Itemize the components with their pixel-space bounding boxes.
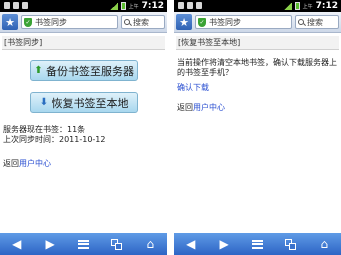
restore-button-label: 恢复书签至本地 [51,96,129,110]
am-pm-label: 上午 [128,3,139,10]
search-icon [124,18,131,26]
page-title: [恢复书签至本地] [176,36,339,50]
forward-arrow-icon[interactable]: ▶ [217,237,231,251]
page-content: [恢复书签至本地] 当前操作将清空本地书签，确认下载服务器上的书签至手机？ 确认… [174,36,341,236]
shield-icon: ✓ [24,17,32,27]
return-prefix: 返回 [177,103,193,112]
page-title: [书签同步] [2,36,165,50]
down-arrow-icon: ⬇ [39,97,49,108]
search-icon [298,18,305,26]
url-bar[interactable]: ✓ 书签同步 [195,15,292,29]
battery-icon [294,2,300,10]
right-screen: 上午 7:12 ★ ✓ 书签同步 搜索 [恢复书签至本地] 当前操作将清空本地书… [174,0,341,255]
browser-toolbar: ★ ✓ 书签同步 搜索 [174,12,341,33]
menu-icon[interactable] [250,237,264,251]
user-center-link[interactable]: 用户中心 [193,103,225,112]
tabs-icon[interactable] [284,237,298,251]
tabs-icon[interactable] [110,237,124,251]
signal-icon [109,2,118,10]
menu-icon[interactable] [76,237,90,251]
last-sync-time: 上次同步时间：2011-10-12 [3,135,106,144]
am-pm-label: 上午 [302,3,313,10]
search-placeholder: 搜索 [133,17,149,27]
search-placeholder: 搜索 [307,17,323,27]
search-input[interactable]: 搜索 [295,15,339,29]
back-arrow-icon[interactable]: ◀ [184,237,198,251]
restore-bookmarks-button[interactable]: ⬇ 恢复书签至本地 [30,92,138,113]
status-bar: 上午 7:12 [174,0,341,12]
signal-icon [283,2,292,10]
home-icon[interactable]: ⌂ [317,237,331,251]
left-screen: 上午 7:12 ★ ✓ 书签同步 搜索 [书签同步] ⬆ 备份书签至服务器 ⬇ … [0,0,167,255]
url-text: 书签同步 [209,17,241,27]
confirm-message: 当前操作将清空本地书签，确认下载服务器上的书签至手机？ [177,58,337,77]
url-bar[interactable]: ✓ 书签同步 [21,15,118,29]
up-arrow-icon: ⬆ [34,65,43,76]
server-bookmark-count: 服务器现在书签：11条 [3,125,86,134]
page-content: [书签同步] ⬆ 备份书签至服务器 ⬇ 恢复书签至本地 服务器现在书签：11条 … [0,36,167,236]
backup-button-label: 备份书签至服务器 [46,64,134,78]
backup-bookmarks-button[interactable]: ⬆ 备份书签至服务器 [30,60,138,81]
shield-icon: ✓ [198,17,206,27]
clock: 7:12 [315,1,338,11]
bottom-navigation: ◀ ▶ ⌂ [0,233,167,255]
return-line: 返回用户中心 [177,103,225,113]
notification-icons [4,2,28,9]
status-bar: 上午 7:12 [0,0,167,12]
divider [167,0,174,255]
home-icon[interactable]: ⌂ [143,237,157,251]
return-prefix: 返回 [3,159,19,168]
battery-icon [120,2,126,10]
return-line: 返回用户中心 [3,159,51,169]
star-icon[interactable]: ★ [176,14,192,30]
clock: 7:12 [141,1,164,11]
notification-icons [178,2,202,9]
url-text: 书签同步 [35,17,67,27]
back-arrow-icon[interactable]: ◀ [10,237,24,251]
bottom-navigation: ◀ ▶ ⌂ [174,233,341,255]
search-input[interactable]: 搜索 [121,15,165,29]
user-center-link[interactable]: 用户中心 [19,159,51,168]
star-icon[interactable]: ★ [2,14,18,30]
forward-arrow-icon[interactable]: ▶ [43,237,57,251]
browser-toolbar: ★ ✓ 书签同步 搜索 [0,12,167,33]
confirm-download-link[interactable]: 确认下载 [177,83,209,93]
